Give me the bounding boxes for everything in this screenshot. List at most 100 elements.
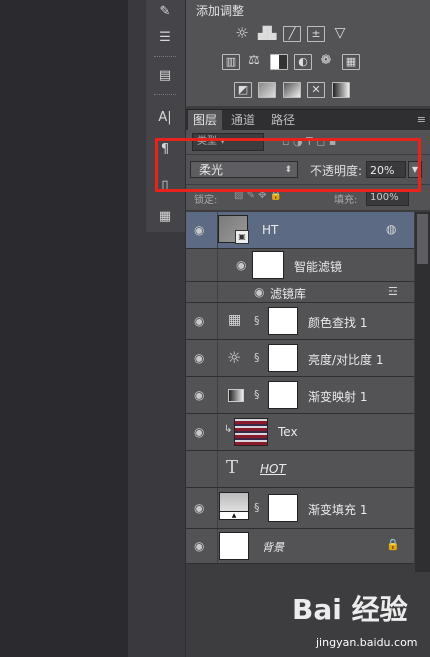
smart-object-thumbnail: ▣ [218, 215, 249, 244]
row-divider [217, 377, 218, 413]
visibility-eye-icon[interactable]: ◉ [194, 539, 204, 553]
layer-mask-thumbnail[interactable] [268, 344, 298, 372]
layer-row-tex[interactable]: ◉ ↳ Tex [186, 414, 414, 451]
layer-name: 滤镜库 [270, 287, 307, 301]
visibility-eye-icon[interactable]: ◉ [194, 388, 204, 402]
posterize-icon[interactable] [258, 82, 276, 98]
layer-name: 渐变填充 1 [308, 503, 368, 517]
scrollbar-thumb[interactable] [417, 214, 428, 264]
baidu-watermark-logo: Bai 经验 [292, 593, 408, 626]
text-layer-icon: T [226, 457, 239, 478]
opacity-label: 不透明度: [310, 164, 363, 178]
blend-row: 柔光 ⬍ 不透明度: 20% ▼ [186, 155, 430, 184]
black-white-icon[interactable] [270, 54, 288, 70]
tab-paths[interactable]: 路径 [266, 110, 300, 130]
visibility-eye-icon[interactable]: ◉ [194, 351, 204, 365]
character-icon[interactable]: A| [156, 108, 174, 126]
paragraph-style-icon[interactable]: ¶ [156, 140, 174, 158]
tab-layers[interactable]: 图层 [188, 110, 223, 130]
layer-row-gradient-fill[interactable]: ◉ ▲ § 渐变填充 1 [186, 488, 414, 529]
smart-object-badge-icon: ▣ [235, 230, 249, 244]
layer-row-filter-gallery[interactable]: ◉ 滤镜库 ☲ [186, 282, 414, 303]
color-balance-icon[interactable]: ⚖ [246, 54, 262, 68]
visibility-eye-icon[interactable]: ◉ [254, 285, 264, 299]
canvas-area [0, 0, 128, 657]
curves-icon[interactable]: ╱ [283, 26, 301, 42]
row-divider [217, 340, 218, 376]
visibility-eye-icon[interactable]: ◉ [194, 223, 204, 237]
layer-name: HOT [260, 462, 286, 476]
texture-thumbnail [234, 418, 268, 446]
photo-filter-icon[interactable]: ◐ [294, 54, 312, 70]
link-chain-icon[interactable]: § [254, 314, 260, 327]
brightness-contrast-icon[interactable]: ☼ [234, 26, 250, 41]
layer-row-smart-filter[interactable]: ◉ 智能滤镜 [186, 249, 414, 282]
filter-kind-select[interactable]: 类型 ▾ [192, 133, 264, 151]
strip-separator [154, 56, 176, 59]
lock-icons[interactable]: ▧ ✎ ✥ 🔒 [234, 190, 282, 201]
link-chain-icon[interactable]: § [254, 388, 260, 401]
paragraph-icon[interactable]: ▤ [156, 66, 174, 84]
opacity-input[interactable]: 20% [366, 161, 406, 178]
visibility-eye-icon[interactable]: ◉ [236, 258, 246, 272]
layer-name: 颜色查找 1 [308, 316, 368, 330]
gradient-bar-icon: ▲ [220, 511, 248, 519]
adjust-sliders-icon[interactable]: ☰ [156, 28, 174, 46]
layer-name: Tex [278, 425, 298, 439]
layer-row-hot-text[interactable]: T HOT [186, 451, 414, 488]
strip-separator [154, 94, 176, 97]
exposure-icon[interactable]: ± [307, 26, 325, 42]
toolbar-edge [128, 0, 146, 657]
row-divider [217, 249, 218, 281]
row-divider [217, 451, 218, 487]
adjustments-panel: 添加调整 ☼ ▟▙ ╱ ± ▽ ▥ ⚖ ◐ ❁ ▦ ◩ ✕ [186, 0, 430, 106]
history-icon[interactable]: ▯ [156, 176, 174, 194]
adjustments-title: 添加调整 [196, 4, 245, 18]
hue-saturation-icon[interactable]: ▥ [222, 54, 240, 70]
opacity-dropdown-icon[interactable]: ▼ [408, 161, 422, 178]
tab-channels[interactable]: 通道 [226, 110, 260, 130]
row-divider [217, 488, 218, 528]
filter-icons[interactable]: ▫ ◑ T ◻ ▪ [282, 135, 336, 148]
layer-mask-thumbnail[interactable] [268, 381, 298, 409]
layer-name: 亮度/对比度 1 [308, 353, 384, 367]
vibrance-icon[interactable]: ▽ [332, 26, 348, 40]
blend-mode-select[interactable]: 柔光 ⬍ [190, 161, 298, 178]
layer-row-ht[interactable]: ◉ ▣ HT ◍ [186, 212, 414, 249]
layer-row-brightness-contrast[interactable]: ◉ ☼ § 亮度/对比度 1 [186, 340, 414, 377]
invert-icon[interactable]: ◩ [234, 82, 252, 98]
brush-preset-icon[interactable]: ✎ [156, 2, 174, 20]
layer-name: 背景 [262, 541, 284, 554]
levels-icon[interactable]: ▟▙ [258, 26, 276, 40]
threshold-icon[interactable] [283, 82, 301, 98]
layer-row-color-lookup[interactable]: ◉ ▦ § 颜色查找 1 [186, 303, 414, 340]
filter-options-icon[interactable]: ☲ [388, 285, 398, 298]
layer-mask-thumbnail[interactable] [268, 494, 298, 522]
channel-mixer-icon[interactable]: ❁ [318, 54, 334, 68]
layer-name: 渐变映射 1 [308, 390, 368, 404]
tool-strip-lower: ▯ ▦ [146, 178, 185, 657]
color-lookup-icon[interactable]: ▦ [342, 54, 360, 70]
fill-label: 填充: [334, 195, 358, 206]
layer-mask-thumbnail[interactable] [268, 307, 298, 335]
link-chain-icon[interactable]: § [254, 501, 260, 514]
layer-row-background[interactable]: ◉ 背景 🔒 [186, 529, 414, 564]
gradient-map-icon[interactable] [332, 82, 350, 98]
panel-menu-icon[interactable]: ≡ [417, 113, 426, 126]
layers-list: ◉ ▣ HT ◍ ◉ 智能滤镜 ◉ 滤镜库 ☲ ◉ ▦ § 颜色查找 1 ◉ ☼… [186, 212, 414, 572]
visibility-eye-icon[interactable]: ◉ [194, 425, 204, 439]
color-lookup-layer-icon: ▦ [228, 312, 242, 328]
visibility-eye-icon[interactable]: ◉ [194, 501, 204, 515]
visibility-eye-icon[interactable]: ◉ [194, 314, 204, 328]
filter-kind-label: 类型 [197, 136, 217, 147]
notes-icon[interactable]: ▦ [156, 207, 174, 225]
row-divider [217, 529, 218, 563]
row-divider [217, 282, 218, 302]
filter-mask-thumbnail[interactable] [252, 251, 284, 279]
selective-color-icon[interactable]: ✕ [307, 82, 325, 98]
clipping-arrow-icon: ↳ [224, 424, 233, 435]
layer-row-gradient-map[interactable]: ◉ § 渐变映射 1 [186, 377, 414, 414]
link-chain-icon[interactable]: § [254, 351, 260, 364]
fill-input[interactable]: 100% [366, 189, 409, 206]
layers-scrollbar[interactable] [415, 212, 430, 572]
